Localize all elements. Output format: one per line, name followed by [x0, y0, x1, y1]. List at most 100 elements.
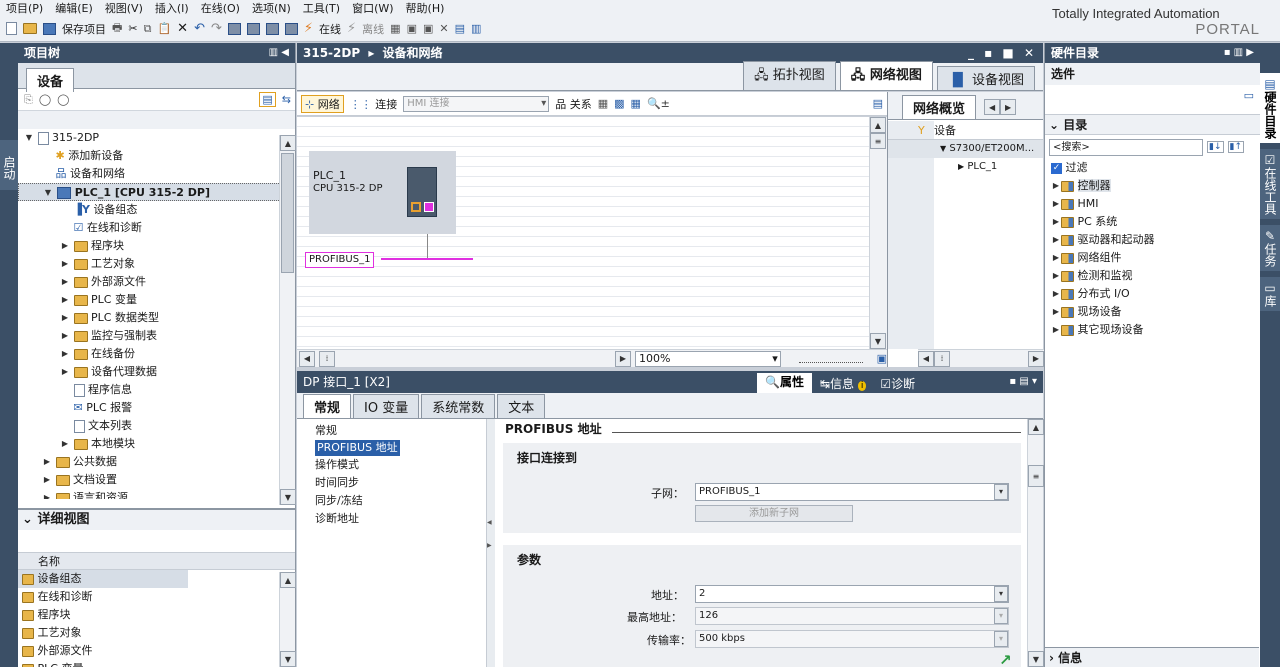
filter-row[interactable]: ✓ 过滤: [1045, 159, 1260, 177]
split-vertical-icon[interactable]: ▥: [471, 22, 481, 35]
vtab-online-tools[interactable]: ☑在线工具: [1260, 149, 1280, 219]
tree-item[interactable]: ▶ PLC 数据类型: [18, 309, 295, 327]
expand-icon[interactable]: ▼: [940, 144, 946, 153]
expand-toggle-icon[interactable]: ▶: [1051, 177, 1061, 195]
menu-item[interactable]: 视图(V): [105, 0, 143, 16]
tree-item[interactable]: ▼ PLC_1 [CPU 315-2 DP]: [18, 183, 295, 201]
expand-toggle-icon[interactable]: ▶: [60, 309, 70, 327]
canvas-scroll-down[interactable]: ▼: [870, 333, 886, 349]
expand-toggle-icon[interactable]: ▶: [1051, 213, 1061, 231]
menu-item[interactable]: 帮助(H): [406, 0, 445, 16]
split-horizontal-icon[interactable]: ▤: [455, 22, 465, 35]
catalog-item[interactable]: ▶ 分布式 I/O: [1045, 285, 1260, 303]
tab-topology-view[interactable]: 🖧 拓扑视图: [743, 61, 836, 90]
properties-vscrollbar[interactable]: ▲ ≡ ▼: [1027, 419, 1044, 667]
cross-reference-icon[interactable]: ✕: [439, 22, 448, 35]
search-down-icon[interactable]: ▮↓: [1207, 141, 1224, 153]
expand-toggle-icon[interactable]: ▶: [1051, 267, 1061, 285]
tree-item[interactable]: ▶ 文档设置: [18, 471, 295, 489]
properties-nav-item[interactable]: 常规: [315, 422, 486, 440]
properties-nav-item[interactable]: 时间同步: [315, 474, 486, 492]
vtab-hardware-catalog[interactable]: ▤硬件目录: [1260, 73, 1280, 143]
canvas-scroll-left[interactable]: ◀: [299, 350, 315, 367]
menu-item[interactable]: 窗口(W): [352, 0, 393, 16]
detail-scrollbar[interactable]: ▲ ▼: [279, 572, 296, 667]
properties-nav-item[interactable]: PROFIBUS 地址: [315, 440, 400, 456]
undo-icon[interactable]: ↶: [194, 21, 205, 36]
tree-item[interactable]: 程序信息: [18, 381, 295, 399]
canvas-hscroll-thumb[interactable]: ⁞: [318, 350, 335, 367]
baud-rate-select[interactable]: 500 kbps ▾: [695, 630, 1009, 648]
simulation-icon[interactable]: [284, 22, 298, 35]
address-icon[interactable]: ▦: [598, 97, 608, 110]
expand-icon[interactable]: ▶: [958, 162, 964, 171]
expand-toggle-icon[interactable]: ▶: [1051, 231, 1061, 249]
tree-item[interactable]: ▶ PLC 变量: [18, 291, 295, 309]
overview-scroll-thumb[interactable]: ⁞: [934, 350, 950, 367]
back-icon[interactable]: ◯: [39, 93, 51, 106]
tab-network-overview[interactable]: 网络概览: [902, 95, 977, 119]
window-controls[interactable]: _ ▪ ■ ✕: [968, 43, 1037, 63]
info-section-header[interactable]: › 信息: [1045, 647, 1259, 667]
catalog-item[interactable]: ▶ 检测和监视: [1045, 267, 1260, 285]
go-online-button[interactable]: 在线: [319, 21, 341, 37]
scroll-down-button[interactable]: ▼: [280, 489, 296, 505]
tree-item[interactable]: ▶ 程序块: [18, 237, 295, 255]
overview-tab-right[interactable]: ▶: [1000, 99, 1017, 115]
overview-scroll-right[interactable]: ▶: [1028, 350, 1044, 367]
go-to-arrow-icon[interactable]: ↗: [999, 651, 1012, 667]
download-icon[interactable]: [246, 22, 260, 35]
expand-toggle-icon[interactable]: ▶: [1051, 303, 1061, 321]
detail-view-header[interactable]: ⌄ 详细视图: [18, 510, 295, 530]
address-select[interactable]: 2 ▾: [695, 585, 1009, 603]
detail-item[interactable]: PLC 变量: [18, 660, 295, 667]
print-icon[interactable]: 🖶: [112, 19, 122, 38]
detail-item[interactable]: 工艺对象: [18, 624, 295, 642]
expand-toggle-icon[interactable]: ▶: [60, 237, 70, 255]
save-icon[interactable]: [43, 22, 56, 35]
splitter-right-icon[interactable]: ▶: [487, 542, 495, 549]
detail-item[interactable]: 外部源文件: [18, 642, 295, 660]
expand-toggle-icon[interactable]: ▶: [60, 255, 70, 273]
detail-item[interactable]: 设备组态: [18, 570, 188, 588]
paste-icon[interactable]: 📋: [157, 22, 171, 35]
filter-checkbox[interactable]: ✓: [1051, 162, 1062, 174]
zoom-select[interactable]: 100% ▾: [634, 350, 781, 367]
vtab-libraries[interactable]: ▭库: [1260, 277, 1280, 311]
delete-icon[interactable]: ✕: [177, 21, 188, 36]
profibus-label[interactable]: PROFIBUS_1: [305, 252, 375, 268]
expand-toggle-icon[interactable]: ▶: [42, 489, 52, 499]
expand-toggle-icon[interactable]: ▶: [1051, 195, 1061, 213]
expand-toggle-icon[interactable]: ▶: [42, 453, 52, 471]
menu-item[interactable]: 项目(P): [6, 0, 43, 16]
overview-row[interactable]: ▶ PLC_1: [888, 158, 1043, 176]
start-vtab[interactable]: 启动: [0, 140, 18, 190]
expand-toggle-icon[interactable]: ▼: [24, 129, 34, 147]
catalog-item[interactable]: ▶ 控制器: [1045, 177, 1260, 195]
redo-icon[interactable]: ↷: [211, 21, 222, 36]
tree-item[interactable]: ▶ 公共数据: [18, 453, 295, 471]
catalog-search-input[interactable]: <搜索>: [1049, 138, 1203, 156]
inspector-window-controls[interactable]: ▪ ▤ ▾: [1009, 371, 1037, 393]
tree-item[interactable]: ▶ 设备代理数据: [18, 363, 295, 381]
tree-item[interactable]: ✉ PLC 报警: [18, 399, 295, 417]
catalog-item[interactable]: ▶ HMI: [1045, 195, 1260, 213]
add-subnet-button[interactable]: 添加新子网: [695, 505, 853, 522]
port-mpi-icon[interactable]: [424, 202, 434, 212]
connection-type-select[interactable]: HMI 连接 ▾: [403, 95, 550, 112]
tab-network-view[interactable]: 🖧 网络视图: [839, 61, 933, 90]
scroll-thumb[interactable]: [281, 153, 294, 273]
breadcrumb-page[interactable]: 设备和网络: [383, 46, 443, 60]
tab-device-view[interactable]: ▐▌ 设备视图: [936, 66, 1035, 90]
chevron-down-icon[interactable]: ▾: [994, 484, 1008, 500]
tree-item[interactable]: ▶ 语言和资源: [18, 489, 295, 499]
tree-item[interactable]: ▼ 315-2DP: [18, 129, 295, 147]
go-offline-icon[interactable]: ⚡: [347, 21, 356, 36]
detail-scroll-up[interactable]: ▲: [280, 572, 296, 588]
highlight-icon[interactable]: ▩: [614, 97, 624, 110]
compile-icon[interactable]: [227, 22, 241, 35]
tab-properties[interactable]: 🔍属性: [757, 373, 812, 393]
new-project-icon[interactable]: [6, 22, 17, 35]
expand-toggle-icon[interactable]: ▶: [60, 327, 70, 345]
expand-toggle-icon[interactable]: ▶: [60, 363, 70, 381]
